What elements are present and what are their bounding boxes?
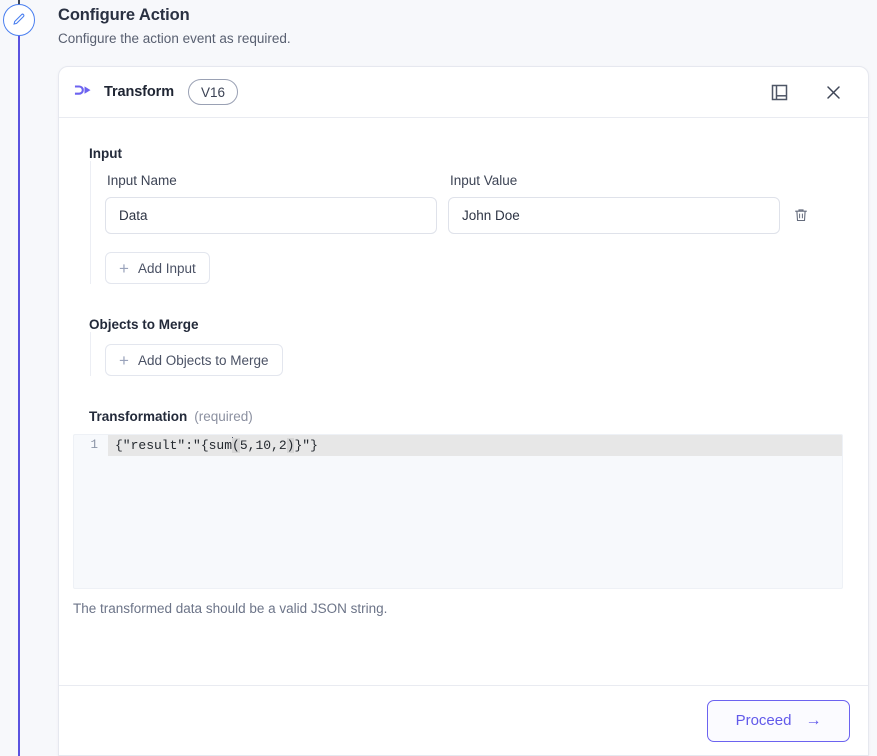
card-header-actions [766,79,846,105]
add-objects-to-merge-button[interactable]: + Add Objects to Merge [105,344,283,376]
code-open-paren: ( [232,438,240,453]
input-row: Input Name Input Value [105,173,846,234]
page-title: Configure Action [58,6,190,24]
version-badge: V16 [188,79,239,105]
code-after: }"} [294,438,318,453]
rail-line-active [18,36,20,756]
input-section-label: Input [89,146,122,161]
stepper-rail [0,0,40,756]
transform-icon [73,84,93,100]
transformation-required-hint: (required) [194,409,253,424]
plus-icon: + [119,258,129,278]
add-input-label: Add Input [137,260,196,276]
transformation-label-text: Transformation [89,409,188,424]
close-icon[interactable] [820,79,846,105]
input-value-label: Input Value [450,173,518,188]
arrow-right-icon: → [805,711,822,729]
input-name-column: Input Name [105,173,437,234]
editor-code-line[interactable]: {"result":"{sum(5,10,2)}"} [108,435,318,456]
right-gutter [868,0,877,756]
card-footer: Proceed → [59,685,868,755]
objects-section-body: + Add Objects to Merge [90,332,846,376]
proceed-label: Proceed [735,712,792,729]
code-before: {"result":"{sum [115,438,233,453]
input-section: Input Input Name Input Value [89,146,846,284]
input-section-body: Input Name Input Value [90,161,846,284]
docs-panel-icon[interactable] [766,79,792,105]
add-input-button[interactable]: + Add Input [105,252,210,284]
code-args: 5,10,2 [239,438,287,453]
page-subtitle: Configure the action event as required. [58,31,291,46]
objects-section-label: Objects to Merge [89,317,199,332]
page-header: Configure Action Configure the action ev… [58,6,658,46]
input-name-field[interactable] [105,197,437,234]
plus-icon: + [119,350,129,370]
transformation-helper-text: The transformed data should be a valid J… [73,601,388,616]
trash-icon[interactable] [784,197,818,234]
transformation-section-label: Transformation (required) [89,409,846,424]
input-name-label: Input Name [107,173,177,188]
transformation-code-editor[interactable]: 1 {"result":"{sum(5,10,2)}"} [73,434,843,589]
editor-line-number: 1 [74,435,108,456]
card-header: Transform V16 [59,67,868,118]
transformation-section: Transformation (required) 1 {"result":"{s… [73,409,846,616]
configure-action-card: Transform V16 Input Input Name Data Inpu… [58,66,869,756]
proceed-button[interactable]: Proceed → [707,699,850,742]
add-objects-label: Add Objects to Merge [137,352,269,368]
input-value-column: Input Value [448,173,780,234]
objects-to-merge-section: Objects to Merge + Add Objects to Merge [89,317,846,376]
input-value-field[interactable] [448,197,780,234]
card-body: Input Input Name Input Value [59,118,868,686]
add-input-wrap: + Add Input [105,252,846,284]
step-badge-configure[interactable] [3,4,35,36]
action-title: Transform [104,84,175,100]
editor-active-line: 1 {"result":"{sum(5,10,2)}"} [74,435,842,456]
pencil-icon [11,12,27,28]
